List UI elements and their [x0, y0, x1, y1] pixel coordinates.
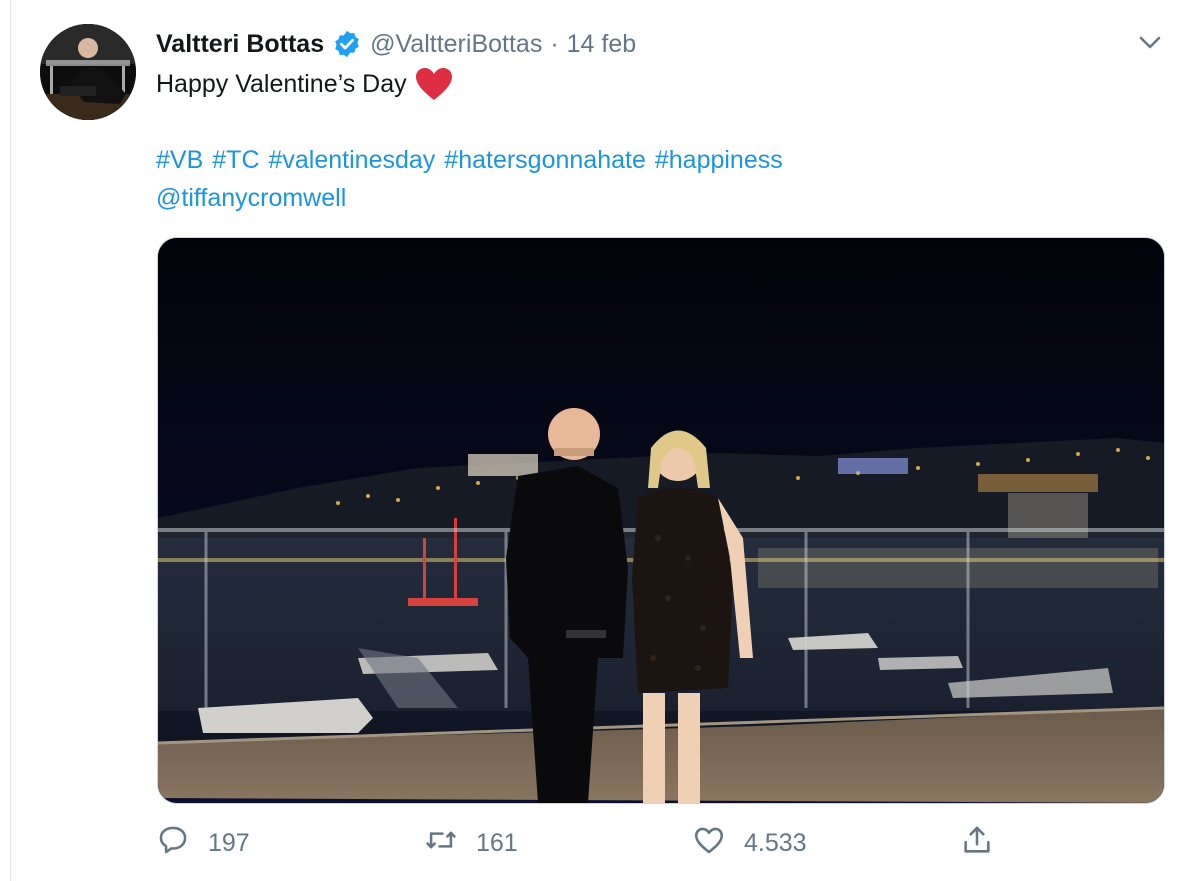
tweet-header: Valtteri Bottas @ValtteriBottas · 14 feb [156, 24, 636, 64]
chevron-down-icon[interactable] [1136, 28, 1164, 56]
tweet-photo[interactable] [157, 237, 1165, 804]
tweet[interactable]: Valtteri Bottas @ValtteriBottas · 14 feb… [0, 0, 1200, 881]
hashtag-line: #VB #TC #valentinesday #hatersgonnahate #hap… [156, 142, 792, 178]
heart-outline-icon [692, 823, 726, 864]
tweet-text-body: Happy Valentine’s Day [156, 70, 407, 98]
hashtag-link[interactable]: #valentinesday [269, 146, 436, 174]
retweet-arrows-icon [424, 823, 458, 864]
hashtag-link[interactable]: #VB [156, 146, 203, 174]
retweet-count: 161 [476, 828, 518, 857]
like-count: 4.533 [744, 828, 807, 857]
speech-bubble-icon [156, 823, 190, 864]
avatar[interactable] [40, 24, 136, 120]
reply-button[interactable]: 197 [156, 820, 250, 866]
share-upload-icon [960, 823, 994, 864]
retweet-button[interactable]: 161 [424, 820, 518, 866]
tweet-text: Happy Valentine’s Day [156, 66, 453, 102]
share-button[interactable] [960, 820, 994, 866]
tweet-date[interactable]: 14 feb [567, 30, 637, 59]
display-name[interactable]: Valtteri Bottas [156, 30, 324, 59]
user-handle[interactable]: @ValtteriBottas [370, 30, 542, 59]
like-button[interactable]: 4.533 [692, 820, 807, 866]
hashtag-link[interactable]: #TC [212, 146, 259, 174]
hashtag-link[interactable]: #happiness [655, 146, 783, 174]
reply-count: 197 [208, 828, 250, 857]
separator-dot: · [550, 29, 559, 58]
tweet-actions: 197 161 4.533 [0, 820, 1200, 870]
red-heart-emoji [415, 67, 453, 101]
mention-link[interactable]: @tiffanycromwell [156, 184, 346, 212]
verified-badge-icon [332, 29, 362, 59]
mention-line: @tiffanycromwell [156, 180, 346, 216]
hashtag-link[interactable]: #hatersgonnahate [444, 146, 646, 174]
